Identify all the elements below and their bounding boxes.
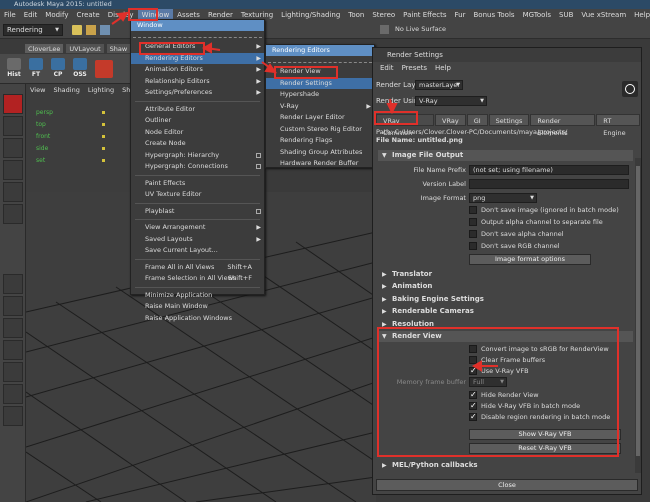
annotation-arrows — [111, 11, 498, 372]
